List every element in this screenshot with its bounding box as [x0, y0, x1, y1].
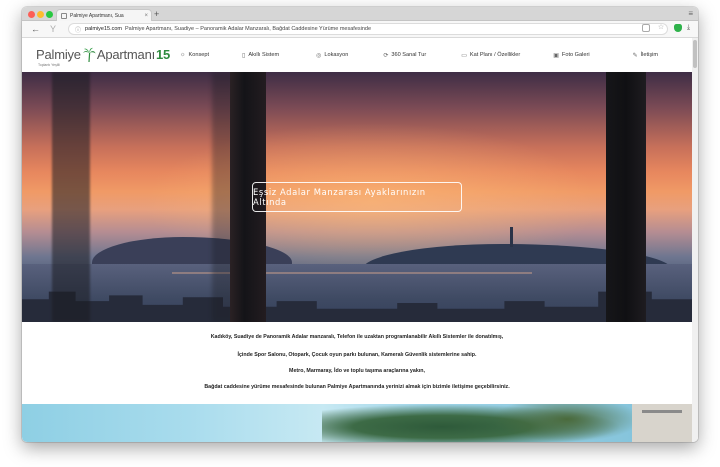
nav-label: İletişim [640, 52, 659, 58]
nav-label: Kat Planı / Özellikler [469, 52, 521, 58]
logo-number: 15 [156, 47, 171, 62]
shield-icon[interactable] [674, 24, 682, 32]
reload-icon[interactable]: Y [50, 23, 56, 35]
logo-subtitle: Toplantı Yeşilli [38, 63, 60, 67]
site-header: Palmiye Apartmanı 15 Toplantı Yeşilli ☼ [22, 38, 692, 72]
tab-close-icon[interactable]: × [144, 13, 148, 19]
window-frame-bar [606, 72, 646, 322]
intro-line: Kadıköy, Suadiye de Panoramik Adalar man… [210, 334, 504, 340]
minimize-window-button[interactable] [37, 11, 44, 18]
page-viewport: Palmiye Apartmanı 15 Toplantı Yeşilli ☼ [22, 38, 698, 442]
address-url: palmiye15.com [85, 26, 123, 32]
pine-trees [492, 404, 642, 442]
building-window [642, 410, 682, 413]
pen-icon: ✎ [632, 52, 638, 59]
back-arrow-icon[interactable]: ← [31, 23, 40, 35]
nav-lokasyon[interactable]: ◎ Lokasyon [316, 52, 348, 59]
info-icon[interactable]: ⓘ [75, 25, 81, 34]
download-icon[interactable]: ⤓ [687, 24, 695, 32]
extension-icon[interactable] [642, 24, 650, 32]
nav-360-sanal-tur[interactable]: ⟳ 360 Sanal Tur [383, 52, 426, 59]
nav-label: Lokasyon [324, 52, 349, 58]
browser-window: Palmiye Apartmanı, Sua × + ≡ ← Y ⓘ palmi… [22, 7, 698, 442]
intro-line: İçinde Spor Salonu, Otopark, Çocuk oyun … [237, 352, 477, 358]
phone-icon: ▯ [242, 52, 246, 59]
nav-konsept[interactable]: ☼ Konsept [180, 52, 209, 58]
nav-akilli-sistem[interactable]: ▯ Akıllı Sistem [242, 52, 279, 59]
palm-tree-icon [82, 47, 96, 62]
tab-strip: Palmiye Apartmanı, Sua × + ≡ [22, 7, 698, 21]
nav-kat-plani[interactable]: ▭ Kat Planı / Özellikler [461, 52, 520, 59]
hero-image: Eşsiz Adalar Manzarası Ayaklarınızın Alt… [22, 72, 692, 322]
tab-title: Palmiye Apartmanı, Sua [70, 12, 124, 19]
gallery-strip-image [22, 404, 692, 442]
site-logo[interactable]: Palmiye Apartmanı 15 Toplantı Yeşilli [36, 47, 170, 69]
menu-icon[interactable]: ≡ [688, 9, 693, 19]
nav-label: Akıllı Sistem [248, 52, 280, 58]
page-icon [61, 12, 67, 19]
intro-section: Kadıköy, Suadiye de Panoramik Adalar man… [22, 322, 692, 400]
browser-toolbar: ← Y ⓘ palmiye15.com Palmiye Apartmanı, S… [22, 21, 698, 38]
window-frame-bar [52, 72, 90, 322]
island-tower [510, 227, 513, 247]
address-bar[interactable]: ⓘ palmiye15.com Palmiye Apartmanı, Suadi… [68, 23, 668, 35]
logo-word-apartmani: Apartmanı [96, 47, 156, 62]
nav-iletisim[interactable]: ✎ İletişim [633, 52, 658, 59]
main-nav: ☼ Konsept ▯ Akıllı Sistem ◎ Lokasyon ⟳ 3… [172, 38, 658, 72]
floor-plan-icon: ▭ [461, 52, 467, 59]
scrollbar[interactable] [692, 38, 698, 442]
new-tab-button[interactable]: + [154, 8, 159, 20]
browser-tab[interactable]: Palmiye Apartmanı, Sua × [56, 9, 152, 21]
gallery-icon: ▣ [553, 52, 559, 59]
scroll-thumb[interactable] [693, 40, 697, 68]
nav-label: 360 Sanal Tur [391, 52, 427, 58]
close-window-button[interactable] [28, 11, 35, 18]
rotate-360-icon: ⟳ [383, 52, 389, 59]
logo-word-palmiye: Palmiye [36, 47, 81, 62]
nav-label: Foto Galeri [561, 52, 590, 58]
sun-icon: ☼ [180, 52, 186, 58]
address-page-title: Palmiye Apartmanı, Suadiye – Panoramik A… [125, 26, 372, 32]
intro-line: Metro, Marmaray, İdo ve toplu taşıma ara… [289, 368, 425, 374]
intro-line: Bağdat caddesine yürüme mesafesinde bulu… [204, 384, 510, 390]
maximize-window-button[interactable] [46, 11, 53, 18]
nav-label: Konsept [188, 52, 210, 58]
hero-title: Eşsiz Adalar Manzarası Ayaklarınızın Alt… [252, 182, 462, 212]
bookmark-star-icon[interactable]: ☆ [657, 24, 665, 32]
location-pin-icon: ◎ [316, 52, 322, 59]
nav-foto-galeri[interactable]: ▣ Foto Galeri [553, 52, 589, 59]
